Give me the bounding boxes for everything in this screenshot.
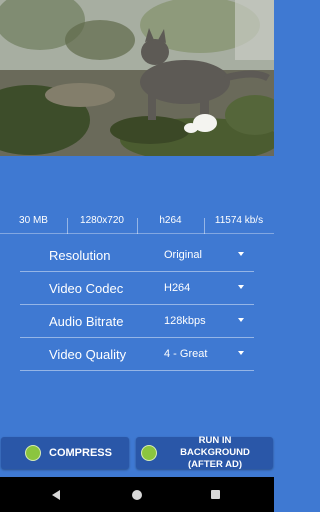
video-preview[interactable] [0, 0, 274, 156]
run-in-background-label: RUN IN BACKGROUND (AFTER AD) [163, 435, 267, 471]
video-quality-select-value[interactable]: 4 - Great [164, 348, 207, 360]
home-icon[interactable] [132, 490, 142, 500]
green-dot-icon [141, 445, 157, 461]
settings-list: Resolution Original Video Codec H264 Aud… [20, 239, 254, 371]
compress-button[interactable]: COMPRESS [1, 437, 129, 469]
setting-label: Video Codec [49, 280, 124, 296]
video-codec: h264 [137, 215, 204, 234]
video-quality-setting[interactable]: Video Quality 4 - Great [20, 338, 254, 371]
dropdown-caret-icon[interactable] [238, 252, 244, 256]
dropdown-caret-icon[interactable] [238, 285, 244, 289]
video-preview-image [0, 0, 274, 156]
video-resolution: 1280x720 [67, 215, 137, 234]
setting-label: Audio Bitrate [49, 313, 124, 329]
back-icon[interactable] [52, 490, 60, 500]
dropdown-caret-icon[interactable] [238, 318, 244, 322]
file-size: 30 MB [19, 214, 48, 226]
setting-label: Resolution [49, 247, 111, 263]
green-dot-icon [25, 445, 41, 461]
compress-label: COMPRESS [49, 447, 112, 459]
system-navigation-bar [0, 477, 274, 512]
run-in-background-line1: RUN IN BACKGROUND [180, 435, 250, 458]
audio-bitrate-setting[interactable]: Audio Bitrate 128kbps [20, 305, 254, 338]
resolution-setting[interactable]: Resolution Original [20, 239, 254, 272]
video-info-row: 30 MB 1280x720 h264 11574 kb/s [0, 207, 274, 234]
audio-bitrate-select-value[interactable]: 128kbps [164, 315, 206, 327]
resolution-select-value[interactable]: Original [164, 249, 202, 261]
recent-apps-icon[interactable] [211, 490, 220, 499]
video-codec-setting[interactable]: Video Codec H264 [20, 272, 254, 305]
setting-label: Video Quality [49, 346, 127, 362]
run-in-background-button[interactable]: RUN IN BACKGROUND (AFTER AD) [136, 435, 273, 471]
run-in-background-line2: (AFTER AD) [188, 459, 242, 470]
dropdown-caret-icon[interactable] [238, 351, 244, 355]
video-bitrate: 11574 kb/s [204, 215, 274, 234]
video-codec-select-value[interactable]: H264 [164, 282, 190, 294]
